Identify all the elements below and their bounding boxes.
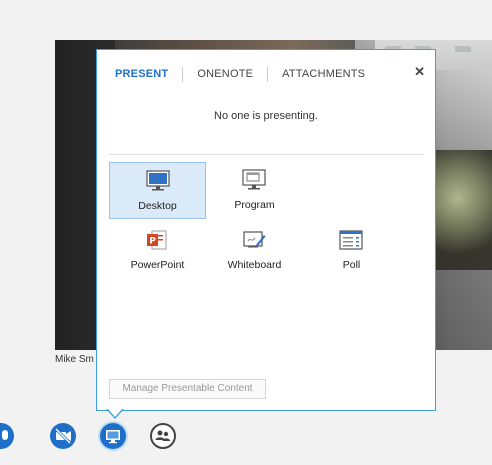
tab-divider: [267, 66, 269, 82]
participant-name-label: Mike Sm: [55, 354, 94, 365]
participants-icon: [152, 425, 174, 447]
desktop-label: Desktop: [138, 200, 177, 212]
video-toggle-button[interactable]: [50, 423, 76, 449]
tab-divider: [182, 66, 184, 82]
svg-text:P: P: [149, 237, 156, 247]
program-window-icon: [242, 169, 266, 191]
monitor-icon: [146, 170, 170, 192]
presenting-status: No one is presenting.: [214, 110, 318, 122]
popup-pointer: [106, 408, 124, 419]
powerpoint-label: PowerPoint: [130, 259, 185, 271]
poll-label: Poll: [342, 259, 361, 271]
divider: [109, 154, 423, 155]
present-screen-icon: [100, 423, 126, 449]
close-icon[interactable]: ✕: [414, 64, 425, 80]
participants-button[interactable]: [150, 423, 176, 449]
microphone-icon: [0, 423, 14, 449]
present-program-button[interactable]: Program: [206, 162, 303, 219]
tab-present[interactable]: PRESENT: [115, 68, 168, 80]
present-powerpoint-button[interactable]: P PowerPoint: [109, 222, 206, 279]
tab-onenote[interactable]: ONENOTE: [197, 68, 253, 80]
meeting-toolbar: [0, 420, 492, 465]
whiteboard-label: Whiteboard: [227, 259, 282, 271]
popup-tabs: PRESENT ONENOTE ATTACHMENTS: [115, 64, 425, 84]
present-popup: PRESENT ONENOTE ATTACHMENTS ✕ No one is …: [96, 49, 436, 411]
present-whiteboard-button[interactable]: Whiteboard: [206, 222, 303, 279]
manage-presentable-content-button[interactable]: Manage Presentable Content: [109, 379, 266, 399]
video-off-icon: [50, 423, 76, 449]
present-poll-button[interactable]: Poll: [303, 222, 400, 279]
present-desktop-button[interactable]: Desktop: [109, 162, 206, 219]
powerpoint-icon: P: [145, 229, 169, 251]
microphone-button[interactable]: [0, 423, 14, 449]
poll-icon: [339, 229, 363, 251]
video-plants: [435, 150, 492, 270]
program-label: Program: [234, 199, 275, 211]
present-button[interactable]: [100, 423, 126, 449]
tab-attachments[interactable]: ATTACHMENTS: [282, 68, 365, 80]
whiteboard-icon: [242, 229, 266, 251]
